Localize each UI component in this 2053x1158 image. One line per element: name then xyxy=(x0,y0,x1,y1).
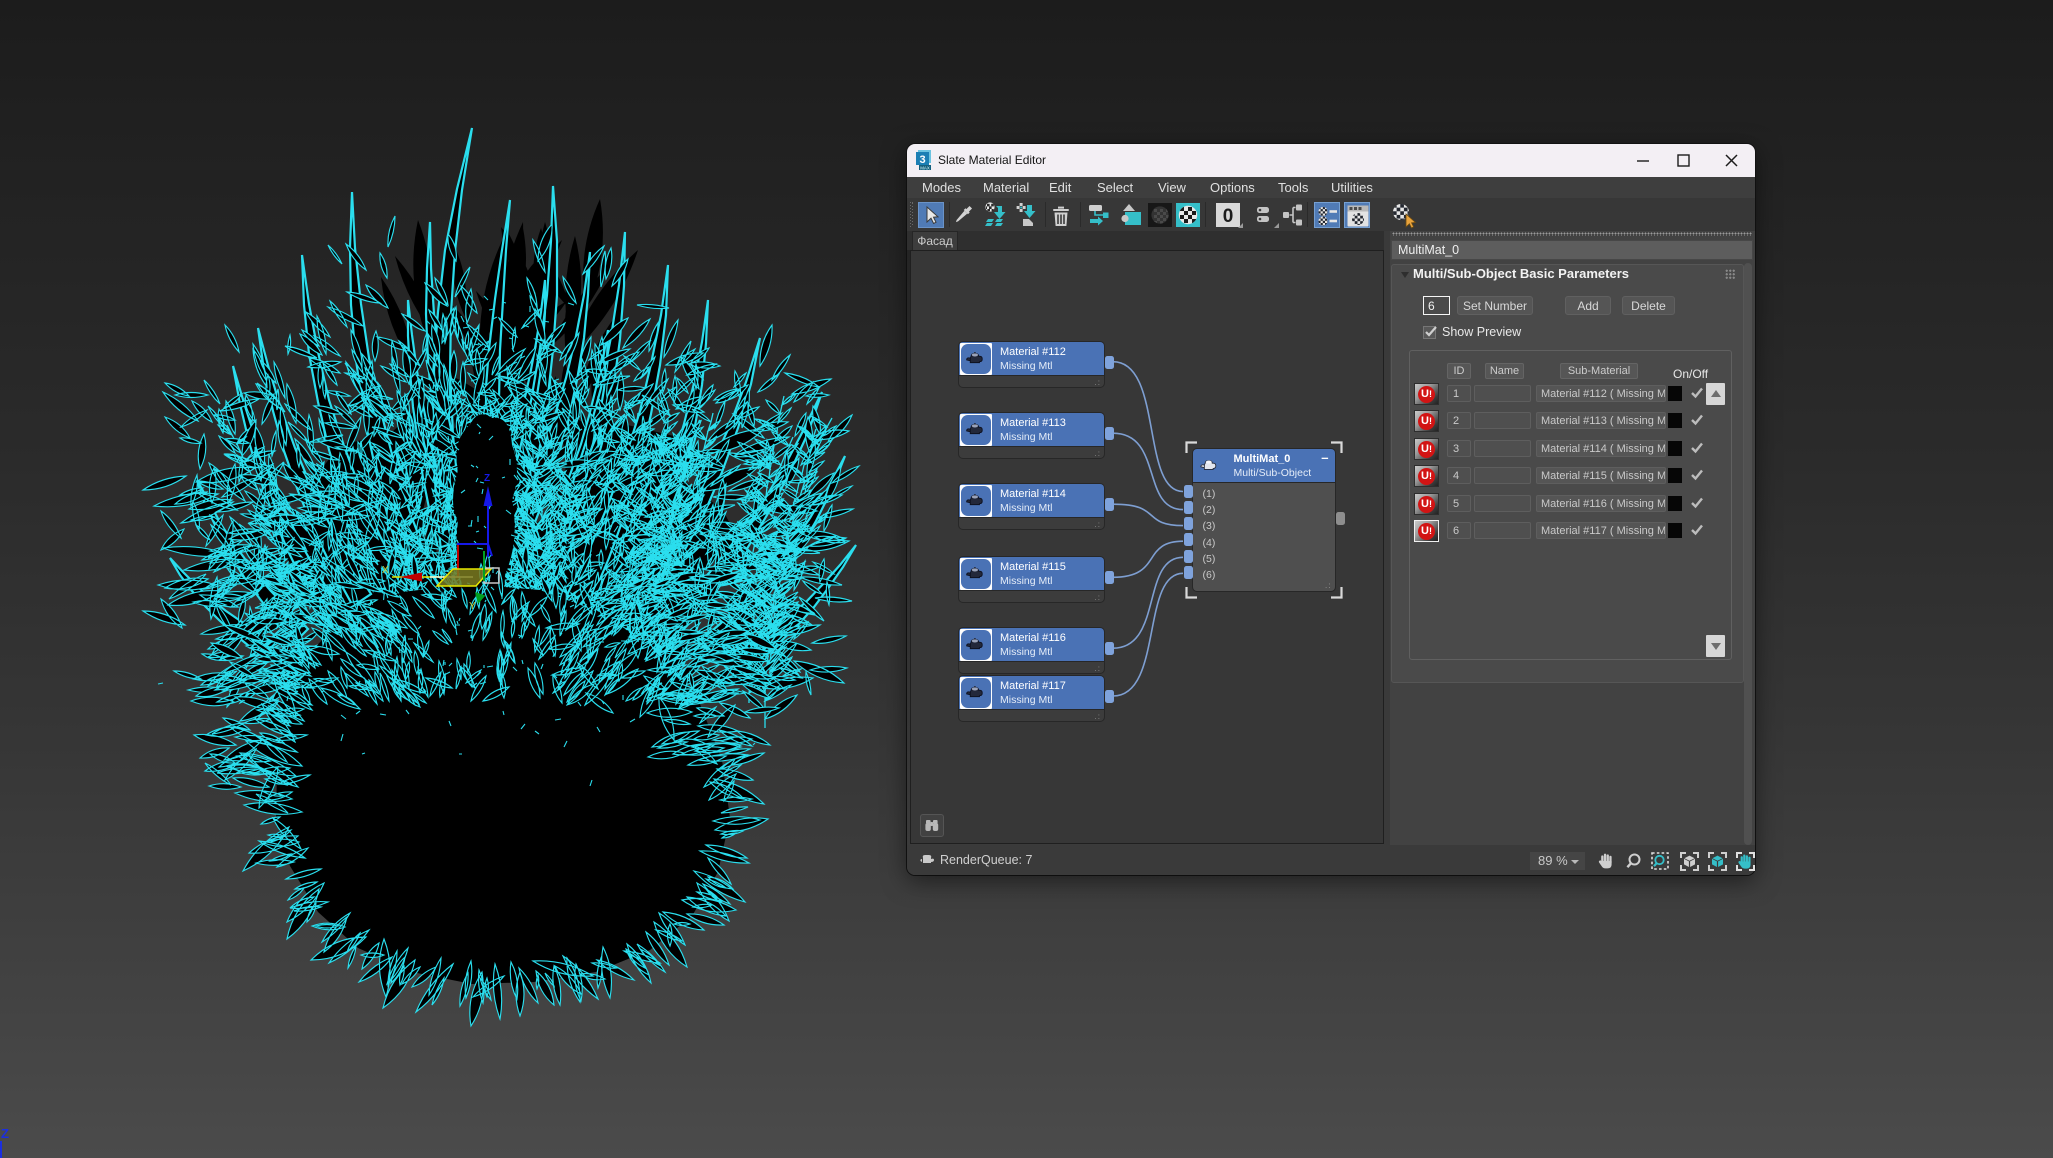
svg-text:0: 0 xyxy=(1223,206,1234,227)
svg-text:3: 3 xyxy=(919,154,925,166)
svg-text:Z: Z xyxy=(484,473,490,484)
svg-text:Y: Y xyxy=(469,601,476,612)
svg-text:MAX: MAX xyxy=(920,165,930,170)
svg-text:X: X xyxy=(382,565,389,576)
svg-text:Z: Z xyxy=(1,1126,9,1141)
